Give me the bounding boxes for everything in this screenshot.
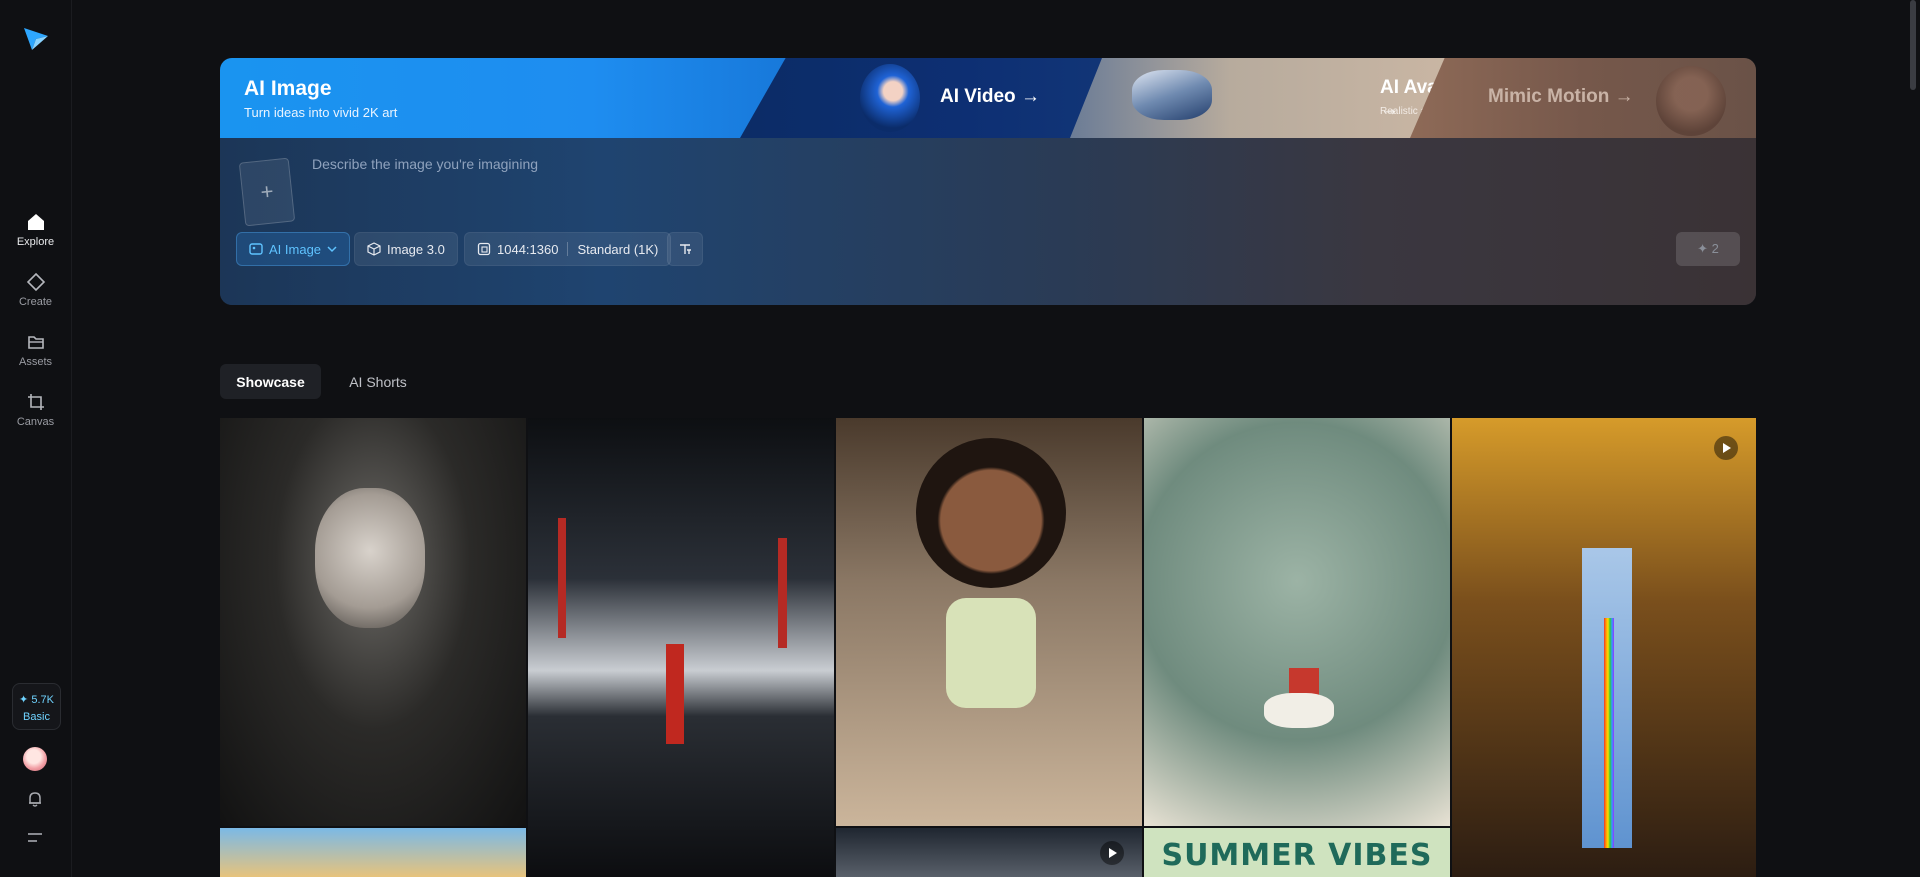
video-thumb-blue-hair xyxy=(860,64,920,132)
plan-label: Basic xyxy=(23,711,50,723)
home-icon xyxy=(27,214,44,230)
gallery-tile-ink-painting[interactable] xyxy=(1144,418,1450,826)
white-horse xyxy=(1264,693,1334,728)
text-icon xyxy=(680,244,691,254)
mimic-thumb-figure xyxy=(1656,66,1726,136)
canvas-crop-icon xyxy=(27,394,44,410)
prompt-input[interactable] xyxy=(310,150,1614,178)
cartoon-dress xyxy=(946,598,1036,708)
generate-cost: ✦ 2 xyxy=(1697,241,1719,256)
nav-explore-label: Explore xyxy=(16,236,55,248)
tab-ai-avatar[interactable]: AI Avatar → Realistic avatars xyxy=(1070,58,1470,138)
nav-explore[interactable]: Explore xyxy=(0,211,71,248)
tab-ai-shorts-label: AI Shorts xyxy=(349,373,407,390)
mode-select-label: AI Image xyxy=(269,241,322,257)
aspect-ratio-icon xyxy=(477,242,491,256)
gallery-tile-cartoon-girl[interactable] xyxy=(836,418,1142,826)
size-select[interactable]: 1044:1360 Standard (1K) xyxy=(464,232,672,266)
credits-badge[interactable]: ✦ 5.7K Basic xyxy=(12,683,61,730)
red-tower-right xyxy=(778,538,787,648)
gallery-tile-red-city[interactable] xyxy=(528,418,834,877)
tab-showcase[interactable]: Showcase xyxy=(220,364,321,399)
gallery-tile-veiled-man[interactable] xyxy=(220,418,526,826)
play-icon[interactable] xyxy=(1100,841,1124,865)
upload-reference-button[interactable]: + xyxy=(238,157,296,227)
divider xyxy=(567,242,569,256)
sidebar: Explore Create Assets Canvas ✦ 5.7K Basi… xyxy=(0,0,72,877)
ratio-label: 1044:1360 xyxy=(497,241,559,257)
menu-icon[interactable] xyxy=(27,831,43,845)
create-panel: AI Image Turn ideas into vivid 2K art AI… xyxy=(220,58,1756,305)
tab-showcase-label: Showcase xyxy=(236,373,305,390)
gallery-tile-rainbow-door[interactable] xyxy=(1452,418,1756,877)
tab-mimic-motion-title: Mimic Motion → xyxy=(1488,86,1634,107)
generate-button[interactable]: ✦ 2 xyxy=(1676,232,1740,266)
credits-amount: ✦ 5.7K xyxy=(19,694,54,706)
gallery-tile-summer-vibes[interactable]: SUMMER VIBES xyxy=(1144,828,1450,877)
tab-ai-image-subtitle: Turn ideas into vivid 2K art xyxy=(244,105,398,120)
summer-vibes-title: SUMMER VIBES xyxy=(1161,838,1433,873)
quality-label: Standard (1K) xyxy=(577,241,659,257)
paper-plane-logo[interactable] xyxy=(22,24,50,52)
red-door-shape xyxy=(666,644,684,744)
gallery-tile-storm-clouds[interactable] xyxy=(836,828,1142,877)
tab-ai-video[interactable]: AI Video → xyxy=(740,58,1120,138)
red-tower-left xyxy=(558,518,566,638)
tab-ai-image-title: AI Image xyxy=(244,77,332,100)
model-select[interactable]: Image 3.0 xyxy=(354,232,458,266)
chevron-down-icon xyxy=(327,246,337,253)
cartoon-head xyxy=(916,438,1066,588)
bell-icon[interactable] xyxy=(26,790,44,808)
prompt-area: + AI Image Image 3.0 1044:1360 xyxy=(220,138,1756,305)
rainbow-strip xyxy=(1604,618,1614,848)
mode-tabs: AI Image Turn ideas into vivid 2K art AI… xyxy=(220,58,1756,138)
nav-assets[interactable]: Assets xyxy=(0,331,71,368)
nav-create-label: Create xyxy=(18,296,53,308)
nav-create[interactable]: Create xyxy=(0,271,71,308)
mode-select[interactable]: AI Image xyxy=(236,232,351,266)
play-icon[interactable] xyxy=(1714,436,1738,460)
gallery-tile-beach-arch[interactable] xyxy=(220,828,526,877)
avatar-thumb-plane xyxy=(1132,70,1212,120)
nav-canvas[interactable]: Canvas xyxy=(0,391,71,428)
text-style-button[interactable] xyxy=(667,232,703,266)
page-scrollbar[interactable] xyxy=(1910,0,1916,90)
avatar[interactable] xyxy=(23,747,47,771)
nav-canvas-label: Canvas xyxy=(16,416,55,428)
model-select-label: Image 3.0 xyxy=(387,241,445,257)
diamond-icon xyxy=(26,272,45,292)
image-icon xyxy=(249,243,263,255)
cube-icon xyxy=(367,242,381,256)
folder-icon xyxy=(27,336,44,349)
tab-mimic-motion[interactable]: Mimic Motion → xyxy=(1410,58,1756,138)
portrait-face xyxy=(315,488,425,628)
tab-ai-video-title: AI Video → xyxy=(940,86,1040,107)
tab-ai-shorts[interactable]: AI Shorts xyxy=(336,364,420,399)
nav-assets-label: Assets xyxy=(18,356,52,368)
